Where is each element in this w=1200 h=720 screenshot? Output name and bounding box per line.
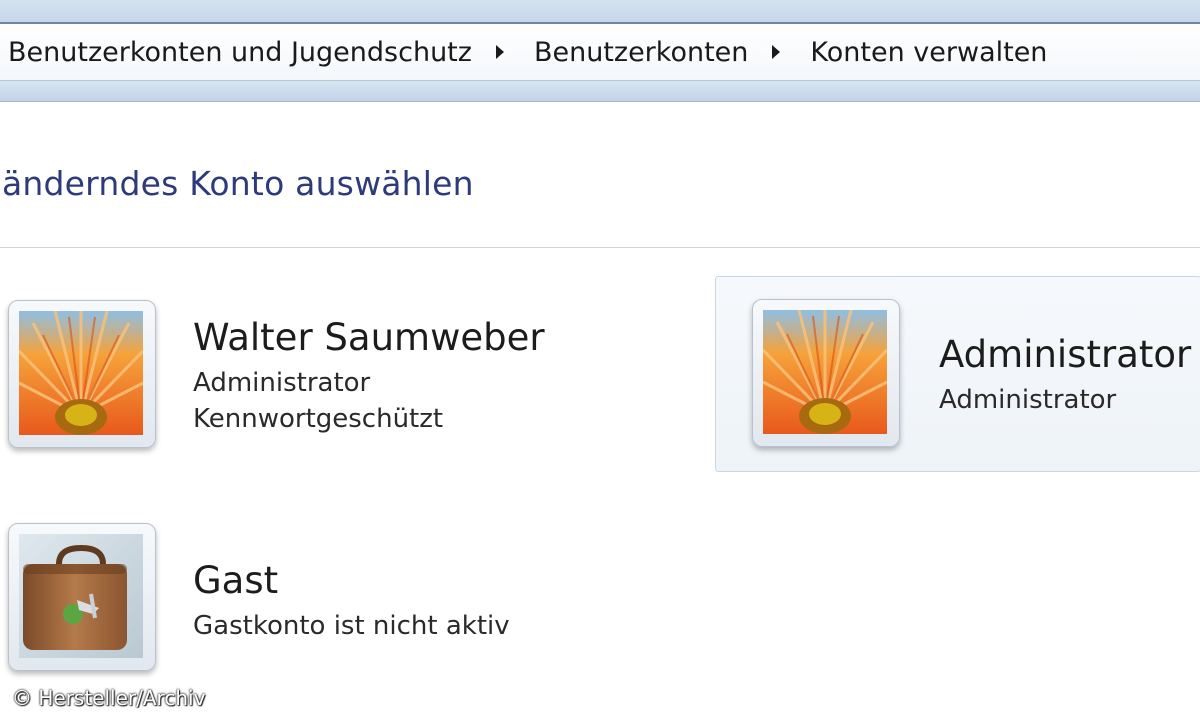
account-status: Gastkonto ist nicht aktiv [193, 611, 510, 641]
image-credit: © Hersteller/Archiv [12, 686, 206, 710]
account-tile-gast[interactable]: Gast Gastkonto ist nicht aktiv [0, 515, 600, 685]
account-tile-walter-saumweber[interactable]: Walter Saumweber Administrator Kennwortg… [0, 290, 600, 465]
toolbar-band [0, 81, 1200, 102]
breadcrumb-item-konten-verwalten[interactable]: Konten verwalten [802, 37, 1053, 68]
chevron-right-icon[interactable] [495, 45, 504, 59]
suitcase-picture-icon [8, 523, 156, 671]
breadcrumb-item-benutzerkonten[interactable]: Benutzerkonten [526, 37, 754, 68]
page-title: änderndes Konto auswählen [2, 164, 474, 203]
account-tile-administrator[interactable]: Administrator Administrator [715, 276, 1200, 472]
flower-picture-icon [752, 299, 900, 447]
account-name: Walter Saumweber [193, 316, 545, 359]
breadcrumb-item-benutzerkonten-jugendschutz[interactable]: Benutzerkonten und Jugendschutz [0, 37, 478, 68]
account-type: Administrator [193, 368, 371, 398]
flower-picture-icon [8, 300, 156, 448]
chevron-right-icon[interactable] [772, 45, 781, 59]
window-chrome-top [0, 0, 1200, 24]
account-type: Administrator [939, 385, 1117, 415]
account-status: Kennwortgeschützt [193, 404, 444, 434]
account-name: Administrator [939, 333, 1192, 376]
divider [0, 247, 1200, 248]
account-name: Gast [193, 559, 279, 602]
breadcrumb: Benutzerkonten und Jugendschutz Benutzer… [0, 24, 1200, 81]
